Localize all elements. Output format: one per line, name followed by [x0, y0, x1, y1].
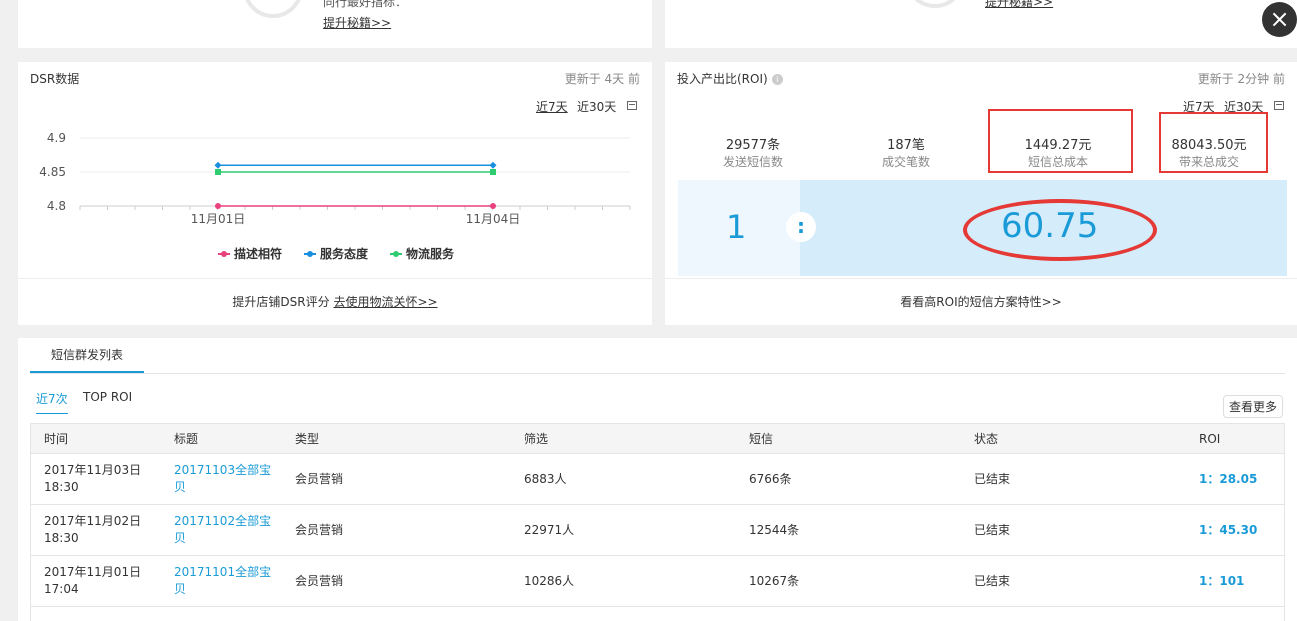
cell-sms: 6766条	[735, 453, 960, 505]
dsr-line-chart: 4.9 4.85 4.8 11月01日 11月04日	[39, 131, 631, 226]
cell-time: 2017年11月03日 18:30	[30, 453, 160, 505]
top-right-card: 提升秘籍>>	[665, 0, 1297, 48]
cell-title-link[interactable]: 20171102全部宝贝	[160, 504, 281, 556]
col-header-roi: ROI	[1185, 423, 1285, 454]
cell-type: 会员营销	[281, 555, 510, 607]
annotation-box	[988, 109, 1133, 173]
dsr-updated: 更新于 4天 前	[564, 72, 640, 86]
col-header-time: 时间	[30, 423, 160, 454]
cell-filter: 22971人	[510, 504, 735, 556]
col-header-filter: 筛选	[510, 423, 735, 454]
dsr-range-30[interactable]: 近30天	[577, 98, 616, 115]
tips-link-left[interactable]: 提升秘籍>>	[323, 14, 391, 31]
dsr-range-7[interactable]: 近7天	[536, 98, 568, 115]
annotation-box	[1159, 112, 1268, 173]
cell-filter: 6883人	[510, 453, 735, 505]
roi-title-text: 投入产出比(ROI)	[677, 72, 768, 86]
col-header-type: 类型	[281, 423, 510, 454]
table-row: 2017年11月01日 17:04 20171101全部宝贝 会员营销 1028…	[30, 555, 1285, 607]
roi-tips-link[interactable]: 看看高ROI的短信方案特性>>	[900, 295, 1061, 309]
close-button[interactable]: ×	[1262, 2, 1297, 37]
top-left-card: 同行最好指标： 提升秘籍>>	[18, 0, 652, 48]
tab-divider	[30, 373, 1285, 374]
series-point	[214, 161, 222, 169]
tab-sms-list[interactable]: 短信群发列表	[30, 338, 144, 373]
legend-label: 物流服务	[406, 247, 455, 261]
col-header-sms: 短信	[735, 423, 960, 454]
stat-orders: 187笔 成交笔数	[846, 134, 966, 170]
legend-item-service[interactable]: 服务态度	[304, 245, 368, 262]
cell-sms: 12544条	[735, 504, 960, 556]
cell-status: 已结束	[960, 555, 1185, 607]
info-icon[interactable]: i	[771, 74, 783, 85]
col-header-status: 状态	[960, 423, 1185, 454]
series-point	[215, 203, 221, 209]
y-tick-label: 4.85	[39, 165, 66, 179]
view-more-button[interactable]: 查看更多	[1222, 395, 1283, 418]
legend-item-desc[interactable]: 描述相符	[218, 245, 282, 262]
best-metric-text: 同行最好指标：	[323, 0, 408, 9]
cell-status: 已结束	[960, 453, 1185, 505]
subtab-top-roi[interactable]: TOP ROI	[83, 390, 132, 404]
gauge-ring	[243, 0, 303, 18]
roi-card: 投入产出比(ROI) i 更新于 2分钟 前 近7天 近30天 29577条 发送…	[665, 62, 1297, 325]
x-tick-label: 11月04日	[466, 212, 521, 226]
roi-ratio-band: 1 : 60.75	[678, 180, 1287, 276]
stat-value: 29577条	[725, 138, 781, 153]
legend-item-logistics[interactable]: 物流服务	[390, 245, 454, 262]
ratio-separator: :	[786, 212, 816, 242]
stat-label: 成交笔数	[881, 155, 930, 169]
cell-roi[interactable]: 1：45.30	[1185, 504, 1285, 556]
roi-updated: 更新于 2分钟 前	[1197, 72, 1285, 86]
logistics-care-link[interactable]: 去使用物流关怀>>	[333, 295, 437, 309]
annotation-ellipse	[963, 199, 1157, 261]
legend-label: 服务态度	[320, 247, 369, 261]
y-tick-label: 4.9	[47, 131, 66, 145]
dsr-legend: 描述相符 服务态度 物流服务	[218, 245, 454, 262]
cell-filter: 10286人	[510, 555, 735, 607]
dsr-card: DSR数据 更新于 4天 前 近7天 近30天 4.9 4.85 4.8 11月01日…	[18, 62, 652, 325]
calendar-icon[interactable]	[627, 101, 637, 110]
cell-time: 2017年11月02日 18:30	[30, 504, 160, 556]
x-tick-label: 11月01日	[191, 212, 246, 226]
cell-sms: 10267条	[735, 555, 960, 607]
dsr-footer: 提升店铺DSR评分 去使用物流关怀>>	[18, 278, 652, 325]
tips-link-right[interactable]: 提升秘籍>>	[985, 0, 1053, 10]
gauge-ring	[905, 0, 965, 8]
dsr-footer-text: 提升店铺DSR评分	[232, 295, 330, 309]
legend-marker	[390, 250, 403, 257]
series-point	[490, 169, 496, 175]
cell-title-link[interactable]: 20171103全部宝贝	[160, 453, 281, 505]
cell-title-link[interactable]: 20171101全部宝贝	[160, 555, 281, 607]
table-row: 2017年11月02日 18:30 20171102全部宝贝 会员营销 2297…	[30, 504, 1285, 556]
close-icon: ×	[1269, 5, 1290, 33]
series-point	[490, 203, 496, 209]
table-row: 2017年11月03日 18:30 20171103全部宝贝 会员营销 6883…	[30, 453, 1285, 505]
legend-label: 描述相符	[234, 247, 283, 261]
col-header-title: 标题	[160, 423, 281, 454]
table-header-row: 时间 标题 类型 筛选 短信 状态 ROI	[30, 423, 1285, 454]
cell-status: 已结束	[960, 504, 1185, 556]
roi-footer: 看看高ROI的短信方案特性>>	[665, 278, 1297, 325]
cell-time: 2017年11月01日 17:04	[30, 555, 160, 607]
roi-title: 投入产出比(ROI) i	[677, 70, 783, 87]
series-point	[215, 169, 221, 175]
legend-marker	[304, 250, 317, 257]
sms-table: 时间 标题 类型 筛选 短信 状态 ROI 2017年11月03日 18:30 …	[30, 423, 1285, 607]
y-tick-label: 4.8	[47, 199, 66, 213]
series-point	[489, 161, 497, 169]
cell-type: 会员营销	[281, 453, 510, 505]
cell-roi[interactable]: 1：101	[1185, 555, 1285, 607]
cell-roi[interactable]: 1：28.05	[1185, 453, 1285, 505]
stat-value: 187笔	[887, 138, 925, 153]
dsr-title: DSR数据	[30, 72, 80, 86]
calendar-icon[interactable]	[1274, 101, 1284, 110]
sms-list-card: 短信群发列表 近7次 TOP ROI 查看更多 时间 标题 类型 筛选 短信 状…	[18, 338, 1297, 621]
cell-type: 会员营销	[281, 504, 510, 556]
ratio-left-value: 1	[726, 208, 747, 246]
stat-sms-sent: 29577条 发送短信数	[693, 134, 813, 170]
stat-label: 发送短信数	[722, 155, 783, 169]
legend-marker	[218, 250, 230, 257]
subtab-recent[interactable]: 近7次	[36, 390, 68, 414]
